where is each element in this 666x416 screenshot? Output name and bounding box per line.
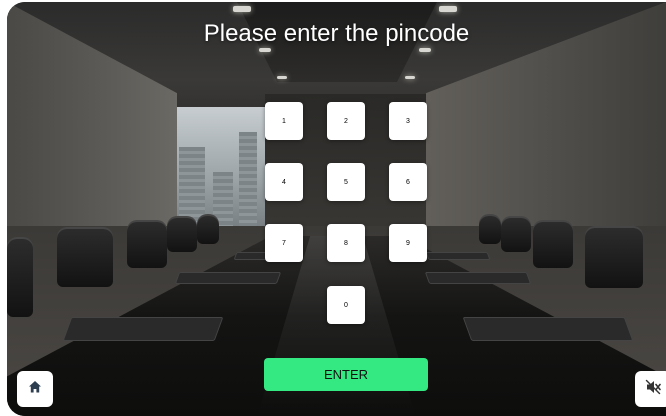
ceiling-light bbox=[277, 76, 287, 79]
ceiling-light bbox=[439, 6, 457, 12]
mute-button[interactable] bbox=[635, 371, 666, 407]
enter-button[interactable]: ENTER bbox=[264, 358, 428, 391]
key-5[interactable]: 5 bbox=[327, 163, 365, 201]
ceiling-light bbox=[259, 48, 271, 52]
key-3[interactable]: 3 bbox=[389, 102, 427, 140]
chair bbox=[479, 214, 501, 244]
chair bbox=[57, 227, 113, 287]
table-pad bbox=[425, 252, 491, 260]
conference-room-panel: Please enter the pincode 1 2 3 4 5 6 7 8… bbox=[7, 2, 666, 416]
chair bbox=[197, 214, 219, 244]
key-9[interactable]: 9 bbox=[389, 224, 427, 262]
speaker-muted-icon bbox=[645, 379, 661, 400]
table-pad bbox=[174, 272, 282, 284]
key-4[interactable]: 4 bbox=[265, 163, 303, 201]
key-6[interactable]: 6 bbox=[389, 163, 427, 201]
key-8[interactable]: 8 bbox=[327, 224, 365, 262]
table-pad bbox=[462, 317, 634, 341]
pincode-prompt: Please enter the pincode bbox=[203, 20, 470, 47]
chair bbox=[127, 220, 167, 268]
ceiling-light bbox=[419, 48, 431, 52]
chair bbox=[585, 226, 643, 288]
home-button[interactable] bbox=[17, 371, 53, 407]
chair bbox=[167, 216, 197, 252]
key-7[interactable]: 7 bbox=[265, 224, 303, 262]
table-pad bbox=[424, 272, 532, 284]
chair bbox=[501, 216, 531, 252]
ceiling-light bbox=[405, 76, 415, 79]
key-0[interactable]: 0 bbox=[327, 286, 365, 324]
key-1[interactable]: 1 bbox=[265, 102, 303, 140]
table-pad bbox=[62, 317, 224, 341]
chair bbox=[7, 237, 33, 317]
chair bbox=[533, 220, 573, 268]
ceiling-light bbox=[233, 6, 251, 12]
key-2[interactable]: 2 bbox=[327, 102, 365, 140]
home-icon bbox=[28, 380, 42, 399]
